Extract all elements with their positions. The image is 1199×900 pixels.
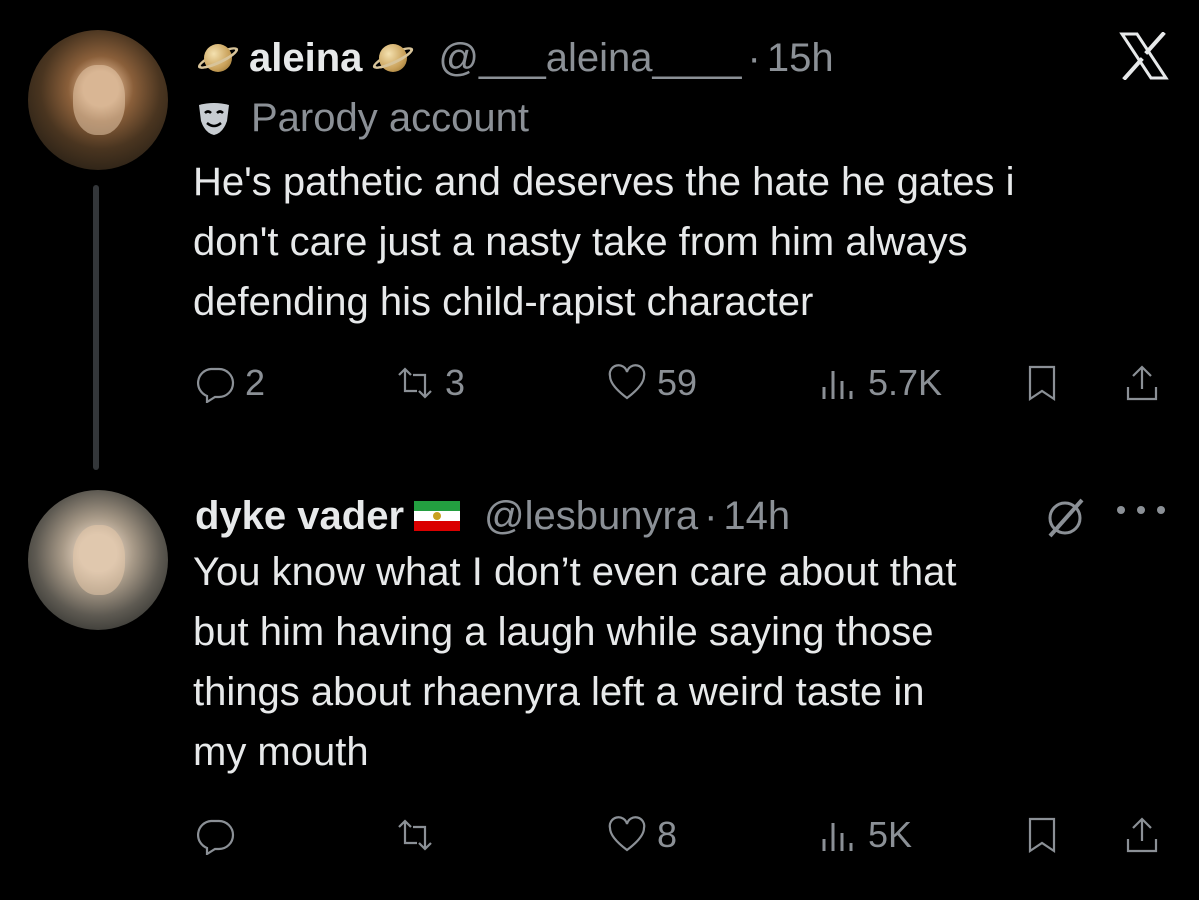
- like-button[interactable]: 59: [607, 358, 697, 408]
- heart-icon: [608, 364, 646, 400]
- x-logo-icon: [1119, 32, 1169, 80]
- action-bar: 2 3 59 5.7K: [0, 358, 1199, 408]
- reply-icon: [197, 819, 235, 855]
- like-button[interactable]: 8: [607, 810, 677, 860]
- thread-line: [93, 185, 99, 470]
- ringed-planet-emoji-icon: [370, 35, 416, 81]
- share-button[interactable]: [1122, 358, 1162, 408]
- tweet-dyke-vader[interactable]: dyke vader @lesbunyra · 14h You know wha…: [0, 470, 1199, 900]
- share-button[interactable]: [1122, 810, 1162, 860]
- views-count: 5.7K: [868, 362, 943, 403]
- timestamp[interactable]: 14h: [723, 492, 790, 540]
- views-button[interactable]: 5K: [818, 810, 912, 860]
- repost-icon: [398, 367, 432, 399]
- user-handle[interactable]: @lesbunyra: [484, 492, 698, 540]
- theater-mask-icon: [199, 103, 229, 135]
- bookmark-button[interactable]: [1022, 358, 1062, 408]
- tweet-text: He's pathetic and deserves the hate he g…: [193, 160, 1015, 324]
- ringed-planet-emoji-icon: [195, 35, 241, 81]
- separator-dot: ·: [747, 36, 761, 80]
- reply-count: 2: [245, 362, 266, 403]
- like-count: 8: [657, 814, 678, 855]
- reply-button[interactable]: 2: [195, 358, 265, 408]
- repost-icon: [398, 819, 432, 851]
- like-count: 59: [657, 362, 698, 403]
- tweet-header: aleina @___aleina____ · 15h: [195, 28, 834, 88]
- views-icon: [822, 371, 853, 399]
- repost-button[interactable]: 3: [395, 358, 465, 408]
- tweet-aleina[interactable]: aleina @___aleina____ · 15h Parody accou…: [0, 0, 1199, 470]
- reply-icon: [197, 367, 235, 403]
- bookmark-icon: [1028, 365, 1056, 402]
- grok-icon[interactable]: [1042, 494, 1088, 540]
- reply-button[interactable]: [195, 810, 235, 860]
- repost-count: 3: [445, 362, 466, 403]
- repost-button[interactable]: [395, 810, 435, 860]
- parody-text: Parody account: [251, 95, 529, 140]
- display-name[interactable]: aleina: [249, 34, 362, 82]
- heart-icon: [608, 816, 646, 852]
- views-icon: [822, 823, 853, 851]
- views-button[interactable]: 5.7K: [818, 358, 942, 408]
- share-icon: [1126, 365, 1158, 401]
- action-bar: 8 5K: [0, 810, 1199, 860]
- avatar[interactable]: [28, 30, 168, 170]
- bookmark-icon: [1028, 817, 1056, 854]
- views-count: 5K: [868, 814, 913, 855]
- user-handle[interactable]: @___aleina____: [438, 34, 741, 82]
- bookmark-button[interactable]: [1022, 810, 1062, 860]
- iran-lion-sun-flag-icon: [414, 501, 461, 531]
- share-icon: [1126, 817, 1158, 853]
- timestamp[interactable]: 15h: [767, 34, 834, 82]
- separator-dot: ·: [704, 494, 718, 538]
- avatar[interactable]: [28, 490, 168, 630]
- display-name[interactable]: dyke vader: [195, 492, 404, 540]
- tweet-header: dyke vader @lesbunyra · 14h: [195, 486, 790, 546]
- more-icon[interactable]: [1113, 500, 1169, 520]
- tweet-text: You know what I don’t even care about th…: [193, 550, 957, 774]
- parody-label: Parody account: [195, 96, 529, 140]
